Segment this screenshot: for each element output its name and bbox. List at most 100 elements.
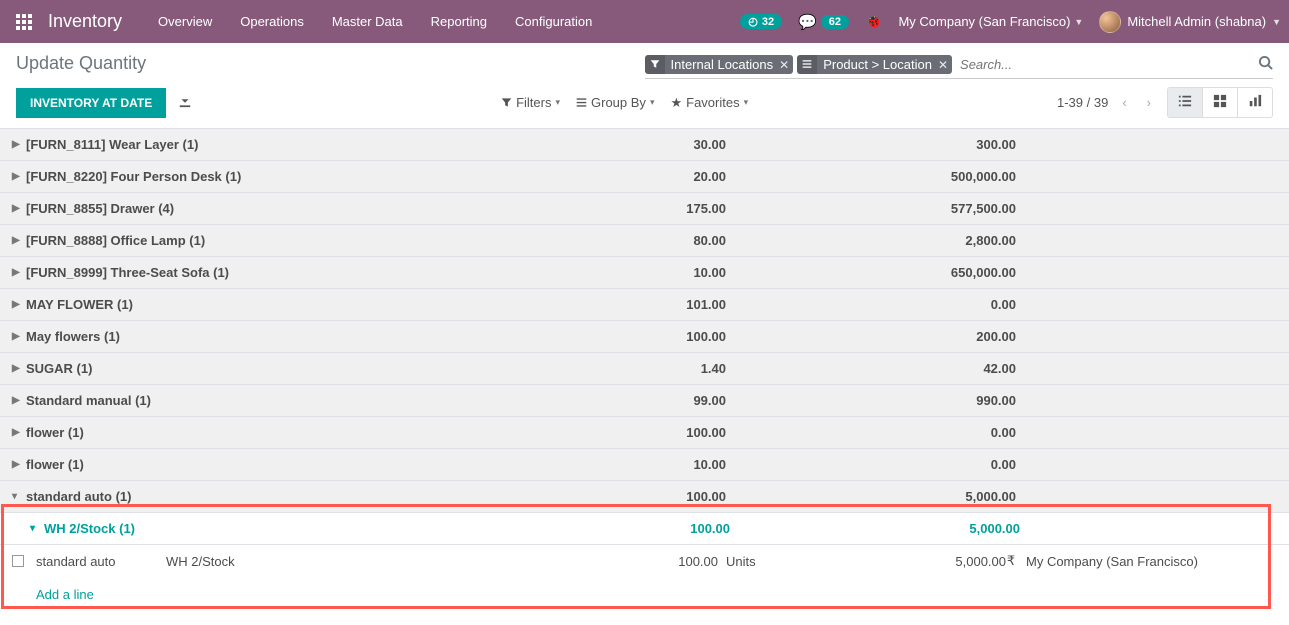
- nav-operations[interactable]: Operations: [228, 6, 316, 37]
- view-switcher: [1167, 87, 1273, 118]
- group-row[interactable]: ▶ flower (1) 10.00 0.00: [0, 448, 1289, 480]
- group-value: 0.00: [736, 457, 1026, 472]
- chat-icon: 💬: [798, 13, 817, 31]
- search-input[interactable]: [956, 53, 1258, 76]
- nav-overview[interactable]: Overview: [146, 6, 224, 37]
- group-row[interactable]: ▶ flower (1) 100.00 0.00: [0, 416, 1289, 448]
- chevron-down-icon: ▾: [650, 97, 655, 108]
- caret-right-icon: ▶: [12, 427, 22, 438]
- group-row[interactable]: ▶ MAY FLOWER (1) 101.00 0.00: [0, 288, 1289, 320]
- page-title: Update Quantity: [16, 53, 645, 74]
- cell-value: 5,000.00: [816, 554, 1006, 569]
- group-label: SUGAR (1): [26, 361, 92, 376]
- caret-down-icon: ▾: [30, 523, 40, 534]
- nav-master-data[interactable]: Master Data: [320, 6, 415, 37]
- graph-view-button[interactable]: [1238, 88, 1272, 117]
- list-view-button[interactable]: [1168, 88, 1203, 117]
- group-row[interactable]: ▶ May flowers (1) 100.00 200.00: [0, 320, 1289, 352]
- list-view: ▶ [FURN_8111] Wear Layer (1) 30.00 300.0…: [0, 128, 1289, 612]
- kanban-view-button[interactable]: [1203, 88, 1238, 117]
- group-qty: 1.40: [556, 361, 736, 376]
- filters-label: Filters: [516, 95, 551, 110]
- group-label: flower (1): [26, 425, 84, 440]
- pager-prev[interactable]: ‹: [1116, 91, 1132, 114]
- group-label: May flowers (1): [26, 329, 120, 344]
- group-value: 42.00: [736, 361, 1026, 376]
- nav-reporting[interactable]: Reporting: [419, 6, 499, 37]
- sub-group-label: WH 2/Stock (1): [44, 521, 135, 536]
- group-value: 5,000.00: [736, 489, 1026, 504]
- group-value: 500,000.00: [736, 169, 1026, 184]
- group-label: [FURN_8855] Drawer (4): [26, 201, 174, 216]
- group-row[interactable]: ▶ [FURN_8855] Drawer (4) 175.00 577,500.…: [0, 192, 1289, 224]
- row-checkbox[interactable]: [12, 555, 24, 567]
- caret-down-icon: ▾: [12, 491, 22, 502]
- cell-uom: Units: [726, 554, 816, 569]
- caret-right-icon: ▶: [12, 299, 22, 310]
- activity-count: 32: [762, 16, 774, 28]
- caret-right-icon: ▶: [12, 395, 22, 406]
- chevron-down-icon: ▾: [555, 97, 560, 108]
- caret-right-icon: ▶: [12, 363, 22, 374]
- search-bar: Internal Locations ✕ Product > Location …: [645, 53, 1274, 79]
- group-value: 990.00: [736, 393, 1026, 408]
- sub-group-value: 5,000.00: [740, 521, 1030, 536]
- facet-remove-icon[interactable]: ✕: [938, 58, 948, 72]
- nav-menu: Overview Operations Master Data Reportin…: [146, 6, 604, 37]
- pager-next[interactable]: ›: [1141, 91, 1157, 114]
- chevron-down-icon: ▼: [1272, 17, 1281, 27]
- facet-remove-icon[interactable]: ✕: [779, 58, 789, 72]
- group-value: 300.00: [736, 137, 1026, 152]
- app-title[interactable]: Inventory: [48, 11, 122, 32]
- group-qty: 30.00: [556, 137, 736, 152]
- group-row[interactable]: ▶ SUGAR (1) 1.40 42.00: [0, 352, 1289, 384]
- group-row-expanded[interactable]: ▾ standard auto (1) 100.00 5,000.00: [0, 480, 1289, 512]
- filter-group: Filters ▾ Group By ▾ ★ Favorites ▾: [501, 95, 748, 111]
- group-row[interactable]: ▶ [FURN_8111] Wear Layer (1) 30.00 300.0…: [0, 128, 1289, 160]
- filters-button[interactable]: Filters ▾: [501, 95, 560, 110]
- group-facet-label: Product > Location: [823, 57, 932, 72]
- groupby-button[interactable]: Group By ▾: [576, 95, 654, 110]
- data-row[interactable]: standard auto WH 2/Stock 100.00 Units 5,…: [0, 544, 1289, 577]
- cell-qty: 100.00: [546, 554, 726, 569]
- navbar: Inventory Overview Operations Master Dat…: [0, 0, 1289, 43]
- control-panel: Update Quantity Internal Locations ✕ Pro…: [0, 43, 1289, 81]
- export-icon[interactable]: [178, 94, 192, 111]
- cell-currency: ₹: [1006, 553, 1016, 569]
- group-row[interactable]: ▶ Standard manual (1) 99.00 990.00: [0, 384, 1289, 416]
- nav-configuration[interactable]: Configuration: [503, 6, 604, 37]
- message-count: 62: [821, 15, 849, 29]
- groupby-label: Group By: [591, 95, 646, 110]
- cell-location: WH 2/Stock: [166, 554, 546, 569]
- star-icon: ★: [670, 95, 682, 111]
- company-name: My Company (San Francisco): [898, 14, 1070, 29]
- favorites-button[interactable]: ★ Favorites ▾: [670, 95, 748, 111]
- group-qty: 100.00: [556, 425, 736, 440]
- clock-icon: ◴: [748, 15, 758, 28]
- group-qty: 100.00: [556, 489, 736, 504]
- favorites-label: Favorites: [686, 95, 739, 110]
- search-icon[interactable]: [1258, 55, 1273, 74]
- group-row[interactable]: ▶ [FURN_8999] Three-Seat Sofa (1) 10.00 …: [0, 256, 1289, 288]
- group-value: 650,000.00: [736, 265, 1026, 280]
- add-line-button[interactable]: Add a line: [0, 577, 1289, 612]
- group-row[interactable]: ▶ [FURN_8220] Four Person Desk (1) 20.00…: [0, 160, 1289, 192]
- group-label: MAY FLOWER (1): [26, 297, 133, 312]
- activity-badge[interactable]: ◴ 32: [740, 14, 782, 29]
- group-qty: 80.00: [556, 233, 736, 248]
- sub-group-row[interactable]: ▾ WH 2/Stock (1) 100.00 5,000.00: [0, 512, 1289, 544]
- nav-right: ◴ 32 💬 62 🐞 My Company (San Francisco) ▼…: [740, 11, 1281, 33]
- group-row[interactable]: ▶ [FURN_8888] Office Lamp (1) 80.00 2,80…: [0, 224, 1289, 256]
- filter-facet: Internal Locations ✕: [645, 55, 794, 74]
- group-label: standard auto (1): [26, 489, 131, 504]
- debug-icon[interactable]: 🐞: [865, 13, 882, 30]
- apps-icon[interactable]: [8, 6, 40, 38]
- group-qty: 99.00: [556, 393, 736, 408]
- company-selector[interactable]: My Company (San Francisco) ▼: [898, 14, 1083, 29]
- inventory-at-date-button[interactable]: Inventory at Date: [16, 88, 166, 118]
- user-menu[interactable]: Mitchell Admin (shabna) ▼: [1099, 11, 1281, 33]
- messages-button[interactable]: 💬 62: [798, 13, 849, 31]
- group-value: 0.00: [736, 297, 1026, 312]
- group-qty: 175.00: [556, 201, 736, 216]
- group-label: [FURN_8888] Office Lamp (1): [26, 233, 205, 248]
